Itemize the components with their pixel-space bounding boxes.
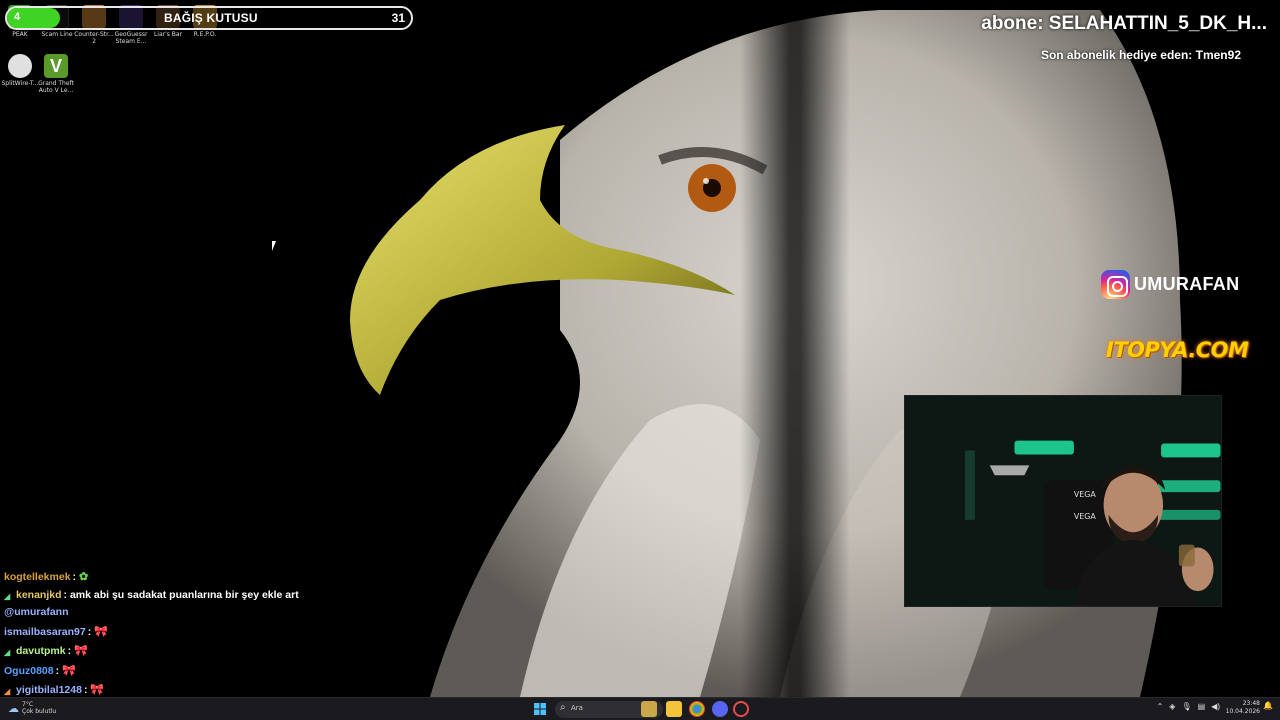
chat-message: ismailbasaran97: 🎀	[4, 625, 108, 638]
cloud-icon: ☁	[8, 702, 19, 715]
svg-text:VEGA: VEGA	[1074, 512, 1097, 521]
chat-emote: 🎀	[74, 645, 88, 657]
chat-badge-icon: ◢	[4, 592, 11, 601]
obs-icon[interactable]	[733, 701, 749, 717]
start-button[interactable]	[532, 701, 548, 717]
instagram-handle: UMURAFAN	[1134, 273, 1240, 294]
chat-message: Oguz0808: 🎀	[4, 664, 76, 677]
clock-time: 23:48	[1242, 700, 1260, 707]
svg-text:VEGA: VEGA	[1074, 490, 1097, 499]
chat-username: Oguz0808	[4, 665, 54, 677]
chat-emote: ✿	[78, 571, 89, 583]
sponsor-logo: ITOPYA.COM	[1106, 338, 1249, 362]
chat-emote: 🎀	[62, 665, 76, 677]
chat-username: davutpmk	[16, 645, 66, 657]
chat-badge-icon: ◢	[4, 648, 11, 657]
weather-desc: Çok bulutlu	[22, 708, 57, 715]
instagram-icon	[1101, 269, 1130, 299]
gift-sub-text: Son abonelik hediye eden: Tmen92	[1040, 48, 1241, 62]
discord-icon[interactable]	[712, 701, 728, 717]
donation-count: 31	[391, 11, 405, 25]
chat-message: ◢ kenanjkd: amk abi şu sadakat puanlarına…	[4, 589, 299, 601]
wifi-icon[interactable]: ▤	[1198, 702, 1206, 711]
chevron-up-icon[interactable]: ⌃	[1157, 702, 1164, 711]
chat-text: :	[67, 645, 72, 657]
splitwire-icon	[8, 54, 32, 78]
donation-goal-bar: 4 BAĞIŞ KUTUSU 31	[5, 6, 413, 30]
file-explorer-icon[interactable]	[666, 701, 682, 717]
volume-icon[interactable]: ◀)	[1211, 702, 1220, 711]
clock[interactable]: 23:48 10.04.2026	[1226, 700, 1260, 716]
desktop-icon-gta-v[interactable]: V Grand Theft Auto V Le...	[36, 54, 76, 94]
stream-chat: kogtellekmek: ✿ ◢ kenanjkd: amk abi şu sa…	[0, 570, 300, 697]
microphone-icon[interactable]: 🎙	[1181, 702, 1191, 711]
chat-username: ismailbasaran97	[4, 626, 86, 638]
clock-date: 10.04.2026	[1225, 708, 1260, 715]
chat-text: :	[87, 626, 92, 638]
chat-username: kogtellekmek	[4, 571, 71, 583]
chat-username: yigitbilal1248	[16, 684, 82, 696]
chat-text: : amk abi şu sadakat puanlarına bir şey …	[63, 589, 299, 601]
weather-widget[interactable]: ☁ 7°C Çok bulutlu	[8, 701, 56, 715]
chat-mention: @umurafann	[4, 606, 69, 618]
bell-icon[interactable]: 🔔	[1263, 701, 1273, 717]
chat-emote: 🎀	[90, 684, 105, 696]
chrome-icon[interactable]	[689, 701, 705, 717]
webcam-feed: VEGA VEGA	[904, 395, 1222, 607]
chat-badge-icon: ◢	[4, 687, 11, 696]
taskbar: ☁ 7°C Çok bulutlu ⌕ Ara ⌃ ◈ 🎙 ▤ ◀) 23:48…	[0, 697, 1280, 720]
system-tray: ⌃ ◈ 🎙 ▤ ◀)	[1157, 702, 1220, 711]
chat-message: ◢ davutpmk: 🎀	[4, 644, 88, 657]
chat-message: ◢ yigitbilal1248: 🎀	[4, 683, 104, 696]
windows-icon	[534, 703, 546, 715]
chat-text: :	[55, 665, 60, 677]
chat-emote: 🎀	[94, 626, 108, 638]
mouse-cursor	[272, 241, 280, 251]
network-icon[interactable]: ◈	[1169, 702, 1175, 711]
chat-text: :	[83, 684, 88, 696]
search-placeholder: Ara	[571, 704, 583, 712]
gta-v-icon: V	[44, 54, 68, 78]
weather-temp: 7°C	[22, 701, 34, 708]
instagram-banner: UMURAFAN	[1101, 269, 1239, 299]
subscriber-ticker: abone: SELAHATTIN_5_DK_H...	[981, 13, 1267, 34]
search-icon: ⌕	[560, 702, 566, 713]
chat-username: kenanjkd	[16, 589, 62, 601]
chat-message: @umurafann	[4, 606, 71, 618]
donation-left-count: 4	[14, 11, 21, 23]
desktop-icon-splitwire[interactable]: SplitWire-T...	[0, 54, 40, 87]
chat-message: kogtellekmek: ✿	[4, 570, 88, 583]
donation-title: BAĞIŞ KUTUSU	[164, 11, 258, 25]
search-highlight-icon[interactable]	[641, 701, 657, 717]
